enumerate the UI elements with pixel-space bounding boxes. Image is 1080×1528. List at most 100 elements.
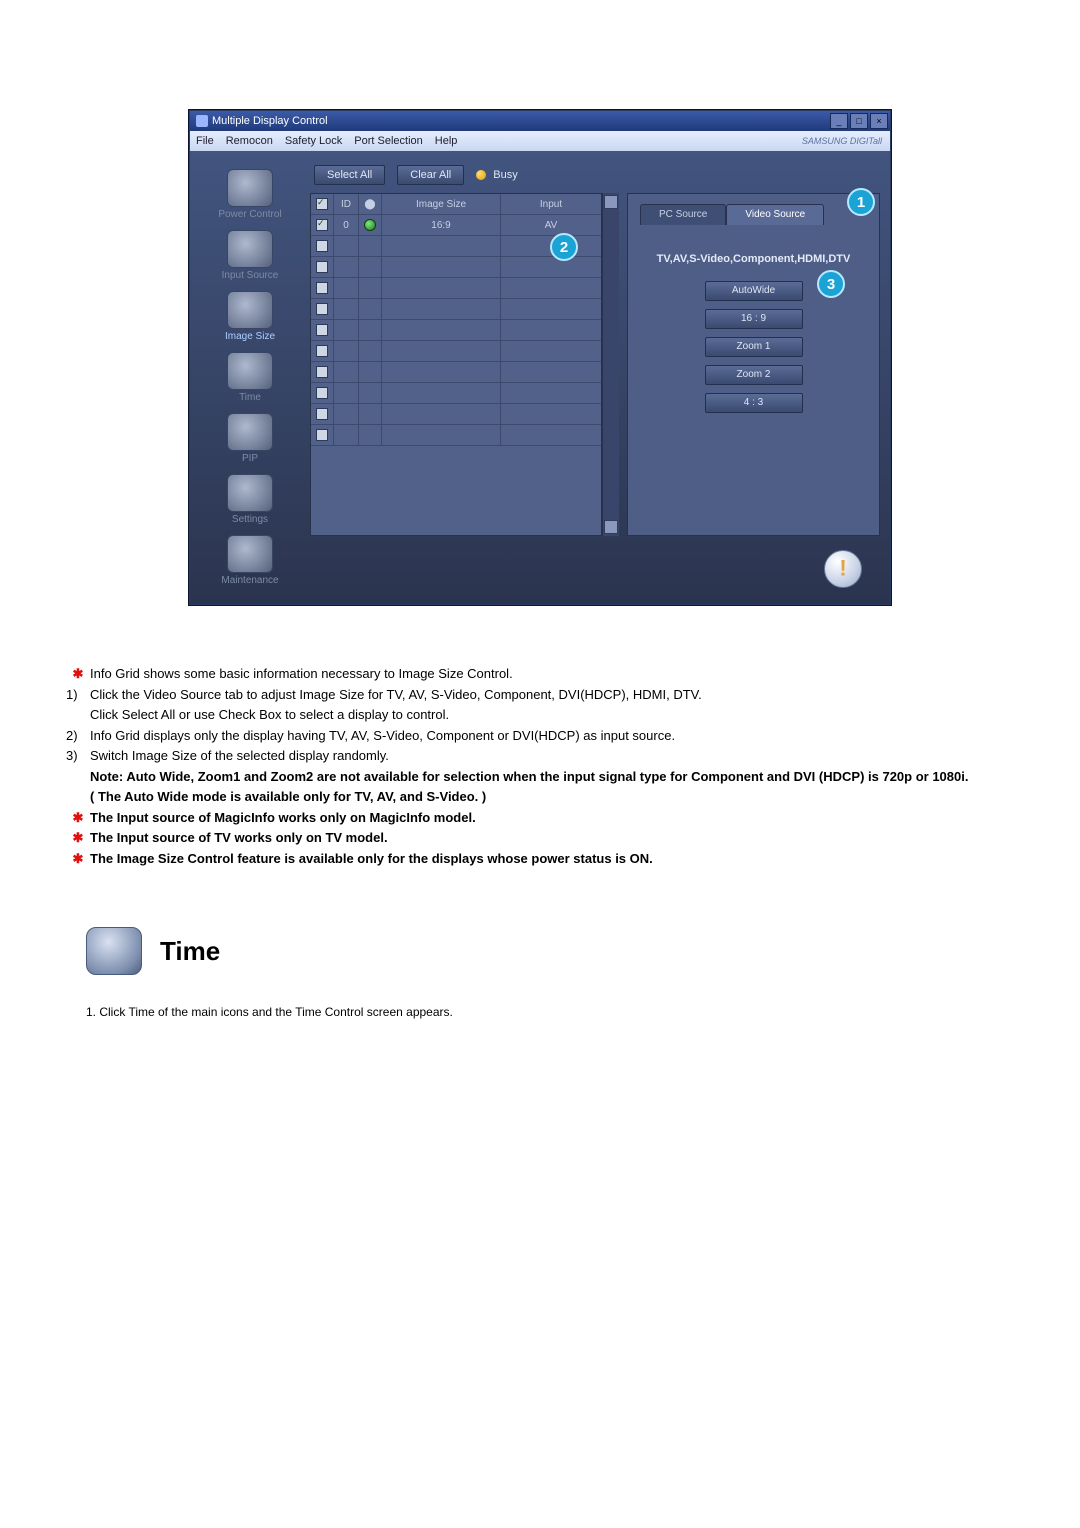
- time-icon: [227, 352, 273, 390]
- select-all-button[interactable]: Select All: [314, 165, 385, 185]
- note-text: The Image Size Control feature is availa…: [90, 850, 1014, 868]
- menu-safety-lock[interactable]: Safety Lock: [285, 135, 342, 147]
- col-input: Input: [501, 194, 601, 214]
- menubar: File Remocon Safety Lock Port Selection …: [190, 131, 890, 151]
- busy-icon: [476, 170, 486, 180]
- row-checkbox[interactable]: [316, 240, 328, 252]
- minimize-button[interactable]: _: [830, 113, 848, 129]
- section-body-text: 1. Click Time of the main icons and the …: [86, 1005, 453, 1019]
- source-category-title: TV,AV,S-Video,Component,HDMI,DTV: [640, 253, 867, 265]
- power-on-icon: [364, 219, 376, 231]
- note-text: Click the Video Source tab to adjust Ima…: [90, 686, 1014, 704]
- sidebar-item-label: Image Size: [225, 331, 275, 342]
- sidebar-item-settings[interactable]: Settings: [195, 474, 305, 533]
- sidebar-item-power-control[interactable]: Power Control: [195, 169, 305, 228]
- pip-icon: [227, 413, 273, 451]
- brand-label: SAMSUNG DIGITall: [802, 136, 882, 146]
- table-row[interactable]: [311, 278, 601, 299]
- row-input: AV: [501, 215, 601, 235]
- note-text: The Input source of TV works only on TV …: [90, 829, 1014, 847]
- table-row[interactable]: [311, 320, 601, 341]
- maintenance-icon: [227, 535, 273, 573]
- main-panel: Select All Clear All Busy ID: [310, 151, 890, 604]
- table-row[interactable]: 0 16:9 AV: [311, 215, 601, 236]
- sidebar-item-input-source[interactable]: Input Source: [195, 230, 305, 289]
- col-image-size: Image Size: [382, 194, 501, 214]
- row-checkbox[interactable]: [316, 408, 328, 420]
- table-row[interactable]: [311, 425, 601, 446]
- scroll-down-icon[interactable]: [604, 520, 618, 534]
- marker-1: 1: [847, 188, 875, 216]
- list-number: 1): [66, 686, 90, 704]
- row-checkbox[interactable]: [316, 219, 328, 231]
- section-body: 1. Click Time of the main icons and the …: [86, 1005, 1014, 1019]
- sidebar-item-label: Time: [239, 392, 261, 403]
- sidebar-item-maintenance[interactable]: Maintenance: [195, 535, 305, 594]
- star-icon: ✱: [66, 809, 90, 827]
- sidebar: Power Control Input Source Image Size Ti…: [190, 151, 310, 604]
- note-text: Note: Auto Wide, Zoom1 and Zoom2 are not…: [90, 768, 1014, 786]
- maximize-button[interactable]: □: [850, 113, 868, 129]
- menu-port-selection[interactable]: Port Selection: [354, 135, 422, 147]
- menu-remocon[interactable]: Remocon: [226, 135, 273, 147]
- table-row[interactable]: [311, 299, 601, 320]
- clear-all-button[interactable]: Clear All: [397, 165, 464, 185]
- col-id: ID: [334, 194, 359, 214]
- option-zoom1[interactable]: Zoom 1: [705, 337, 803, 357]
- row-checkbox[interactable]: [316, 345, 328, 357]
- menu-help[interactable]: Help: [435, 135, 458, 147]
- row-checkbox[interactable]: [316, 366, 328, 378]
- table-row[interactable]: [311, 341, 601, 362]
- app-window: Multiple Display Control _ □ × File Remo…: [189, 110, 891, 605]
- vertical-scrollbar[interactable]: [602, 193, 619, 536]
- note-text: Click Select All or use Check Box to sel…: [90, 706, 1014, 724]
- row-checkbox[interactable]: [316, 282, 328, 294]
- sidebar-item-label: PIP: [242, 453, 258, 464]
- sidebar-item-label: Input Source: [222, 270, 279, 281]
- section-heading: Time: [86, 927, 1014, 975]
- sidebar-item-label: Power Control: [218, 209, 281, 220]
- note-text: The Input source of MagicInfo works only…: [90, 809, 1014, 827]
- star-icon: ✱: [66, 850, 90, 868]
- input-source-icon: [227, 230, 273, 268]
- row-checkbox[interactable]: [316, 429, 328, 441]
- tab-video-source[interactable]: Video Source: [726, 204, 824, 225]
- row-checkbox[interactable]: [316, 324, 328, 336]
- note-text: Switch Image Size of the selected displa…: [90, 747, 1014, 765]
- col-power-icon: ⬤: [359, 194, 382, 214]
- table-row[interactable]: [311, 362, 601, 383]
- row-id: 0: [334, 215, 359, 235]
- marker-3: 3: [817, 270, 845, 298]
- table-row[interactable]: [311, 257, 601, 278]
- scroll-up-icon[interactable]: [604, 195, 618, 209]
- note-text: ( The Auto Wide mode is available only f…: [90, 788, 1014, 806]
- sidebar-item-time[interactable]: Time: [195, 352, 305, 411]
- row-checkbox[interactable]: [316, 303, 328, 315]
- note-text: Info Grid displays only the display havi…: [90, 727, 1014, 745]
- sidebar-item-image-size[interactable]: Image Size: [195, 291, 305, 350]
- option-16-9[interactable]: 16 : 9: [705, 309, 803, 329]
- menu-file[interactable]: File: [196, 135, 214, 147]
- table-row[interactable]: [311, 404, 601, 425]
- star-icon: ✱: [66, 829, 90, 847]
- close-button[interactable]: ×: [870, 113, 888, 129]
- sidebar-item-pip[interactable]: PIP: [195, 413, 305, 472]
- status-bar: [310, 544, 880, 594]
- tab-pc-source[interactable]: PC Source: [640, 204, 726, 225]
- option-autowide[interactable]: AutoWide: [705, 281, 803, 301]
- alert-icon[interactable]: [824, 550, 862, 588]
- row-checkbox[interactable]: [316, 387, 328, 399]
- settings-icon: [227, 474, 273, 512]
- sidebar-item-label: Maintenance: [221, 575, 278, 586]
- row-image-size: 16:9: [382, 215, 501, 235]
- window-title: Multiple Display Control: [212, 115, 328, 127]
- option-4-3[interactable]: 4 : 3: [705, 393, 803, 413]
- star-icon: ✱: [66, 665, 90, 683]
- image-size-icon: [227, 291, 273, 329]
- row-checkbox[interactable]: [316, 261, 328, 273]
- power-control-icon: [227, 169, 273, 207]
- table-row[interactable]: [311, 383, 601, 404]
- header-checkbox[interactable]: [316, 198, 328, 210]
- grid-header-row: ID ⬤ Image Size Input: [311, 194, 601, 215]
- option-zoom2[interactable]: Zoom 2: [705, 365, 803, 385]
